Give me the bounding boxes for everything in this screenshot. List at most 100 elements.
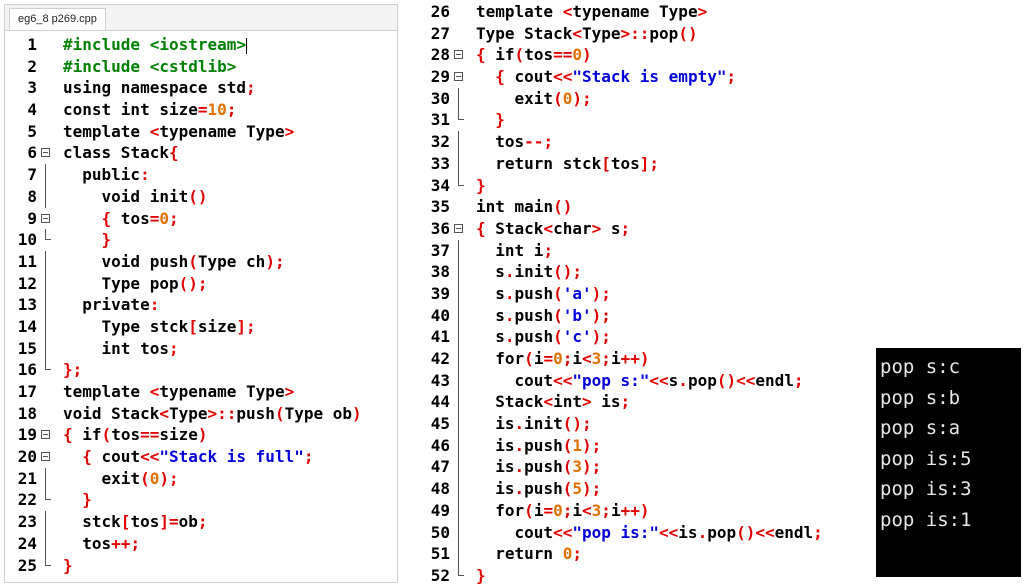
code-line[interactable]: 37 int i; [418, 239, 858, 262]
code-line[interactable]: 16}; [5, 359, 397, 381]
code-line[interactable]: 25} [5, 554, 397, 577]
code-line[interactable]: 40 s.push('b'); [418, 304, 858, 327]
code-area[interactable]: 1 #include <iostream> 2 #include <cstdlib> 3… [5, 34, 397, 576]
line-number: 48 [430, 479, 450, 499]
line-number: 21 [17, 468, 37, 488]
fold-guide [39, 294, 53, 316]
code-line[interactable]: 5 template <typename Type> [5, 121, 397, 143]
code-line[interactable]: 14 Type stck[size]; [5, 315, 397, 338]
code-line[interactable]: 48 is.push(5); [418, 478, 858, 500]
line-number: 7 [27, 165, 37, 185]
code-line[interactable]: 52} [418, 564, 858, 587]
code-text: s.push('c'); [476, 327, 611, 347]
code-area[interactable]: 26 template <typename Type> 27 Type Stack<T… [418, 1, 858, 587]
code-line[interactable]: 3 using namespace std; [5, 77, 397, 99]
code-line[interactable]: 17 template <typename Type> [5, 381, 397, 403]
code-text: } [101, 230, 112, 250]
fold-guide [39, 381, 53, 403]
code-line[interactable]: 26 template <typename Type> [418, 1, 858, 23]
fold-toggle-icon[interactable] [39, 446, 53, 468]
code-line[interactable]: 51 return 0; [418, 543, 858, 565]
fold-toggle-icon[interactable] [452, 66, 466, 88]
line-number: 26 [430, 2, 450, 21]
code-line[interactable]: 19 { if(tos==size) [5, 424, 397, 446]
fold-guide [452, 478, 466, 500]
code-line[interactable]: 41 s.push('c'); [418, 326, 858, 348]
fold-guide [39, 185, 53, 208]
code-line[interactable]: 28 { if(tos==0) [418, 44, 858, 66]
code-line[interactable]: 46 is.push(1); [418, 434, 858, 457]
line-number: 1 [27, 35, 37, 54]
code-text: is.push(5); [476, 479, 602, 499]
code-line[interactable]: 32 tos--; [418, 131, 858, 153]
tab-file[interactable]: eg6_8 p269.cpp [9, 8, 106, 30]
code-text: class Stack{ [63, 143, 179, 163]
code-line[interactable]: 34} [418, 174, 858, 197]
code-line[interactable]: 9 { tos=0; [5, 208, 397, 230]
code-line[interactable]: 20 { cout<<"Stack is full"; [5, 446, 397, 468]
code-line[interactable]: 30 exit(0); [418, 87, 858, 110]
code-editor-right[interactable]: 26 template <typename Type> 27 Type Stack<T… [418, 0, 858, 585]
code-text: { if(tos==size) [63, 425, 208, 445]
code-line[interactable]: 45 is.init(); [418, 413, 858, 435]
code-line[interactable]: 38 s.init(); [418, 261, 858, 283]
console-line: pop s:a [880, 417, 961, 439]
fold-toggle-icon[interactable] [39, 142, 53, 164]
code-line[interactable]: 50 cout<<"pop is:"<<is.pop()<<endl; [418, 521, 858, 544]
code-line[interactable]: 31 } [418, 109, 858, 131]
line-number: 35 [430, 197, 450, 217]
fold-guide [39, 489, 53, 511]
code-line[interactable]: 39 s.push('a'); [418, 282, 858, 305]
line-number: 20 [17, 447, 37, 467]
line-number: 24 [17, 533, 37, 553]
code-line[interactable]: 21 exit(0); [5, 467, 397, 490]
line-number: 15 [17, 338, 37, 358]
code-line[interactable]: 35 int main() [418, 196, 858, 218]
code-line[interactable]: 36 { Stack<char> s; [418, 218, 858, 240]
code-line[interactable]: 24 tos++; [5, 532, 397, 555]
fold-guide [39, 532, 53, 555]
code-line[interactable]: 6 class Stack{ [5, 142, 397, 164]
line-number: 44 [430, 392, 450, 412]
fold-toggle-icon[interactable] [39, 208, 53, 230]
code-line[interactable]: 49 for(i=0;i<3;i++) [418, 499, 858, 522]
fold-guide [452, 413, 466, 435]
code-line[interactable]: 15 int tos; [5, 337, 397, 360]
code-line[interactable]: 8 void init() [5, 185, 397, 208]
code-line[interactable]: 7 public: [5, 164, 397, 186]
console-line: pop is:1 [880, 508, 972, 531]
line-number: 10 [17, 230, 37, 250]
code-line[interactable]: 33 return stck[tos]; [418, 152, 858, 175]
code-line[interactable]: 10 } [5, 229, 397, 251]
code-line[interactable]: 22 } [5, 489, 397, 511]
code-text: }; [63, 360, 83, 380]
line-number: 49 [430, 500, 450, 520]
code-line[interactable]: 29 { cout<<"Stack is empty"; [418, 66, 858, 88]
fold-guide [452, 282, 466, 305]
code-line[interactable]: 1 #include <iostream> [5, 34, 397, 56]
code-editor-left[interactable]: eg6_8 p269.cpp 1 #include <iostream> 2 #inc… [4, 4, 398, 583]
code-line[interactable]: 47 is.push(3); [418, 456, 858, 478]
code-line[interactable]: 4 const int size=10; [5, 99, 397, 121]
code-line[interactable]: 43 cout<<"pop s:"<<s.pop()<<endl; [418, 369, 858, 392]
code-line[interactable]: 12 Type pop(); [5, 272, 397, 295]
code-line[interactable]: 44 Stack<int> is; [418, 391, 858, 413]
fold-toggle-icon[interactable] [39, 424, 53, 446]
code-line[interactable]: 18 void Stack<Type>::push(Type ob) [5, 403, 397, 425]
code-line[interactable]: 13 private: [5, 294, 397, 316]
line-number: 37 [430, 240, 450, 260]
code-line[interactable]: 2 #include <cstdlib> [5, 56, 397, 78]
fold-toggle-icon[interactable] [452, 218, 466, 240]
code-line[interactable]: 27 Type Stack<Type>::pop() [418, 23, 858, 45]
code-line[interactable]: 11 void push(Type ch); [5, 250, 397, 273]
line-number: 22 [17, 490, 37, 510]
code-line[interactable]: 42 for(i=0;i<3;i++) [418, 348, 858, 370]
fold-guide [39, 272, 53, 295]
code-line[interactable]: 23 stck[tos]=ob; [5, 511, 397, 533]
code-text: #include <cstdlib> [63, 56, 237, 76]
fold-guide [452, 109, 466, 131]
fold-toggle-icon[interactable] [452, 44, 466, 66]
fold-guide [452, 87, 466, 110]
line-number: 6 [27, 143, 37, 163]
line-number: 38 [430, 262, 450, 282]
